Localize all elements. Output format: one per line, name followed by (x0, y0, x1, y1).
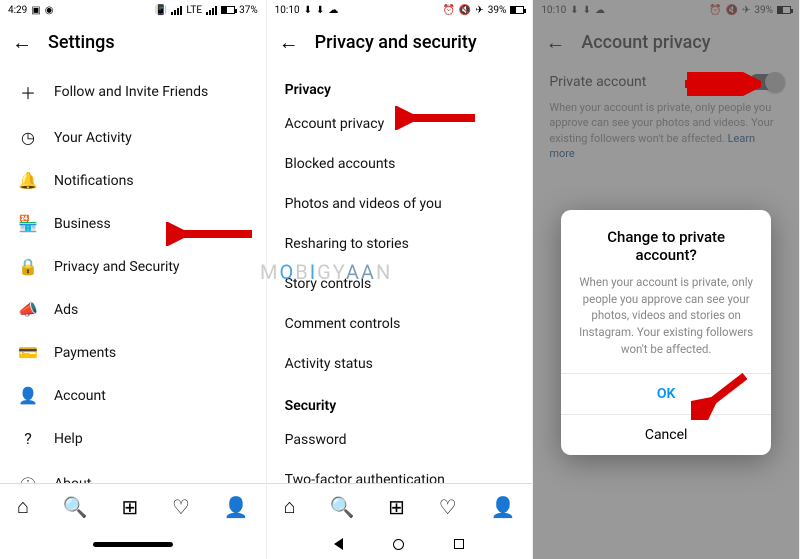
item-account[interactable]: 👤Account (0, 374, 266, 417)
store-icon: 🏪 (18, 214, 38, 233)
item-story-controls[interactable]: Story controls (267, 264, 533, 304)
instagram-icon: ◉ (45, 5, 54, 16)
item-photos-videos[interactable]: Photos and videos of you (267, 184, 533, 224)
pane-privacy-security: 10:10 ⬇⬇☁ ⏰🔇✈39% ← Privacy and security … (267, 0, 534, 559)
battery-icon (221, 6, 235, 14)
item-privacy-security[interactable]: 🔒Privacy and Security (0, 245, 266, 288)
profile-icon[interactable]: 👤 (490, 495, 515, 519)
item-password[interactable]: Password (267, 420, 533, 460)
settings-list: ＋Follow and Invite Friends ◷Your Activit… (0, 64, 266, 483)
back-nav-icon[interactable] (334, 538, 343, 550)
item-ads[interactable]: 📣Ads (0, 288, 266, 331)
clock-icon: ◷ (18, 128, 38, 147)
person-plus-icon: ＋ (18, 80, 38, 104)
item-your-activity[interactable]: ◷Your Activity (0, 116, 266, 159)
signal-icon (171, 6, 182, 15)
person-icon: 👤 (18, 386, 38, 405)
screenshot-icon: ▣ (31, 5, 40, 16)
android-nav (267, 529, 533, 559)
search-icon[interactable]: 🔍 (329, 495, 354, 519)
add-icon[interactable]: ⊞ (121, 495, 138, 519)
bottom-nav: ⌂ 🔍 ⊞ ♡ 👤 (267, 483, 533, 529)
annotation-arrow (691, 370, 751, 420)
home-icon[interactable]: ⌂ (17, 494, 29, 519)
home-nav-icon[interactable] (393, 539, 404, 550)
search-icon[interactable]: 🔍 (63, 495, 88, 519)
item-resharing-stories[interactable]: Resharing to stories (267, 224, 533, 264)
info-icon: ⓘ (18, 472, 38, 483)
status-bar: 4:29 ▣ ◉ 📳LTE37% (0, 0, 266, 20)
recents-nav-icon[interactable] (454, 539, 464, 549)
back-icon[interactable]: ← (12, 30, 32, 55)
item-payments[interactable]: 💳Payments (0, 331, 266, 374)
page-title: Privacy and security (315, 32, 477, 53)
back-icon[interactable]: ← (279, 30, 299, 55)
help-icon: ? (18, 429, 38, 448)
page-title: Settings (48, 32, 115, 53)
lock-icon: 🔒 (18, 257, 38, 276)
vibrate-icon: 📳 (155, 5, 167, 16)
item-two-factor[interactable]: Two-factor authentication (267, 460, 533, 483)
item-about[interactable]: ⓘAbout (0, 460, 266, 483)
item-activity-status[interactable]: Activity status (267, 344, 533, 384)
profile-icon[interactable]: 👤 (224, 495, 249, 519)
annotation-arrow (395, 106, 479, 130)
dialog-title: Change to private account? (561, 228, 771, 274)
add-icon[interactable]: ⊞ (388, 495, 405, 519)
android-nav (0, 529, 266, 559)
home-icon[interactable]: ⌂ (284, 494, 296, 519)
item-blocked-accounts[interactable]: Blocked accounts (267, 144, 533, 184)
item-help[interactable]: ?Help (0, 417, 266, 460)
annotation-arrow (166, 222, 256, 246)
pane-settings: 4:29 ▣ ◉ 📳LTE37% ← Settings ＋Follow and … (0, 0, 267, 559)
heart-icon[interactable]: ♡ (439, 495, 457, 519)
bell-icon: 🔔 (18, 171, 38, 190)
dialog-body: When your account is private, only peopl… (561, 274, 771, 373)
megaphone-icon: 📣 (18, 300, 38, 319)
bottom-nav: ⌂ 🔍 ⊞ ♡ 👤 (0, 483, 266, 529)
item-comment-controls[interactable]: Comment controls (267, 304, 533, 344)
item-notifications[interactable]: 🔔Notifications (0, 159, 266, 202)
battery-icon (510, 6, 524, 14)
item-follow-invite[interactable]: ＋Follow and Invite Friends (0, 68, 266, 116)
header: ← Privacy and security (267, 20, 533, 64)
status-bar: 10:10 ⬇⬇☁ ⏰🔇✈39% (267, 0, 533, 20)
cancel-button[interactable]: Cancel (561, 414, 771, 455)
home-pill-icon[interactable] (93, 542, 173, 547)
annotation-arrow (681, 72, 761, 96)
heart-icon[interactable]: ♡ (172, 495, 190, 519)
header: ← Settings (0, 20, 266, 64)
card-icon: 💳 (18, 343, 38, 362)
pane-account-privacy: 10:10 ⬇⬇☁ ⏰🔇✈39% ← Account privacy Priva… (533, 0, 800, 559)
section-privacy: Privacy (267, 68, 533, 104)
signal-icon (206, 6, 217, 15)
section-security: Security (267, 384, 533, 420)
